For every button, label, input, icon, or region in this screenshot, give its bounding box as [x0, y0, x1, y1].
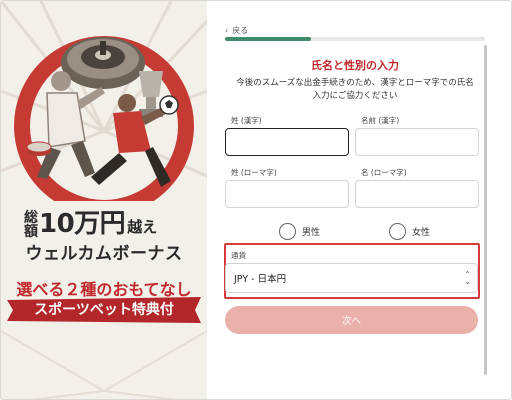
promo-amount-line: 総額 10万円 越え: [23, 205, 157, 239]
currency-label: 通貨: [231, 251, 246, 260]
promo-panel: 総額 10万円 越え ウェルカムボーナス 選べる２種のおもてなし スポーツベット…: [1, 1, 207, 399]
first-name-roman-input[interactable]: [355, 180, 479, 208]
last-name-roman-input[interactable]: [225, 180, 349, 208]
window: 総額 10万円 越え ウェルカムボーナス 選べる２種のおもてなし スポーツベット…: [0, 0, 512, 400]
radio-circle-icon: [389, 223, 406, 240]
form-title: 氏名と性別の入力: [311, 59, 399, 72]
next-button[interactable]: 次へ: [225, 306, 478, 334]
last-name-kanji-input[interactable]: [225, 128, 349, 156]
promo-amount: 10万円: [39, 209, 126, 239]
first-name-kanji-input[interactable]: [355, 128, 479, 156]
currency-selected-value: JPY - 日本円: [234, 274, 287, 285]
player-right-illustration: [91, 94, 171, 187]
promo-total-label: 総額: [24, 210, 38, 240]
radio-circle-icon: [279, 223, 296, 240]
currency-select[interactable]: JPY - 日本円 ⌃ ⌄: [225, 263, 478, 293]
last-name-roman-label: 姓 (ローマ字): [231, 168, 277, 177]
casino-chips-icon: [26, 141, 52, 156]
gender-female-radio[interactable]: 女性: [389, 223, 430, 240]
roulette-wheel-icon: [61, 37, 145, 89]
form-description-line2: 入力にご協力ください: [312, 91, 398, 101]
sports-casino-illustration: [14, 36, 194, 201]
progress-fill: [225, 37, 311, 41]
back-label: 戻る: [232, 26, 249, 35]
gender-male-label: 男性: [302, 228, 321, 238]
signup-form: ‹ 戻る 氏名と性別の入力 今後のスムーズな出金手続きのため、漢字とローマ字での…: [207, 1, 511, 399]
promo-ribbon-text: スポーツベット特典付: [34, 302, 174, 318]
back-link[interactable]: ‹ 戻る: [225, 25, 248, 36]
last-name-kanji-label: 姓 (漢字): [231, 116, 262, 125]
first-name-kanji-label: 名前 (漢字): [361, 116, 400, 125]
chevron-left-icon: ‹: [225, 26, 229, 35]
promo-welcome-bonus: ウェルカムボーナス: [25, 244, 183, 264]
form-description: 今後のスムーズな出金手続きのため、漢字とローマ字での氏名 入力にご協力ください: [225, 77, 485, 103]
gender-female-label: 女性: [412, 228, 431, 238]
gender-male-radio[interactable]: 男性: [279, 223, 320, 240]
promo-amount-suffix: 越え: [127, 218, 158, 236]
soccer-ball-icon: [159, 95, 179, 115]
first-name-roman-label: 名 (ローマ字): [361, 168, 407, 177]
progress-bar: [225, 37, 485, 41]
form-description-line1: 今後のスムーズな出金手続きのため、漢字とローマ字での氏名: [236, 78, 474, 88]
select-updown-icon: ⌃ ⌄: [464, 270, 471, 286]
